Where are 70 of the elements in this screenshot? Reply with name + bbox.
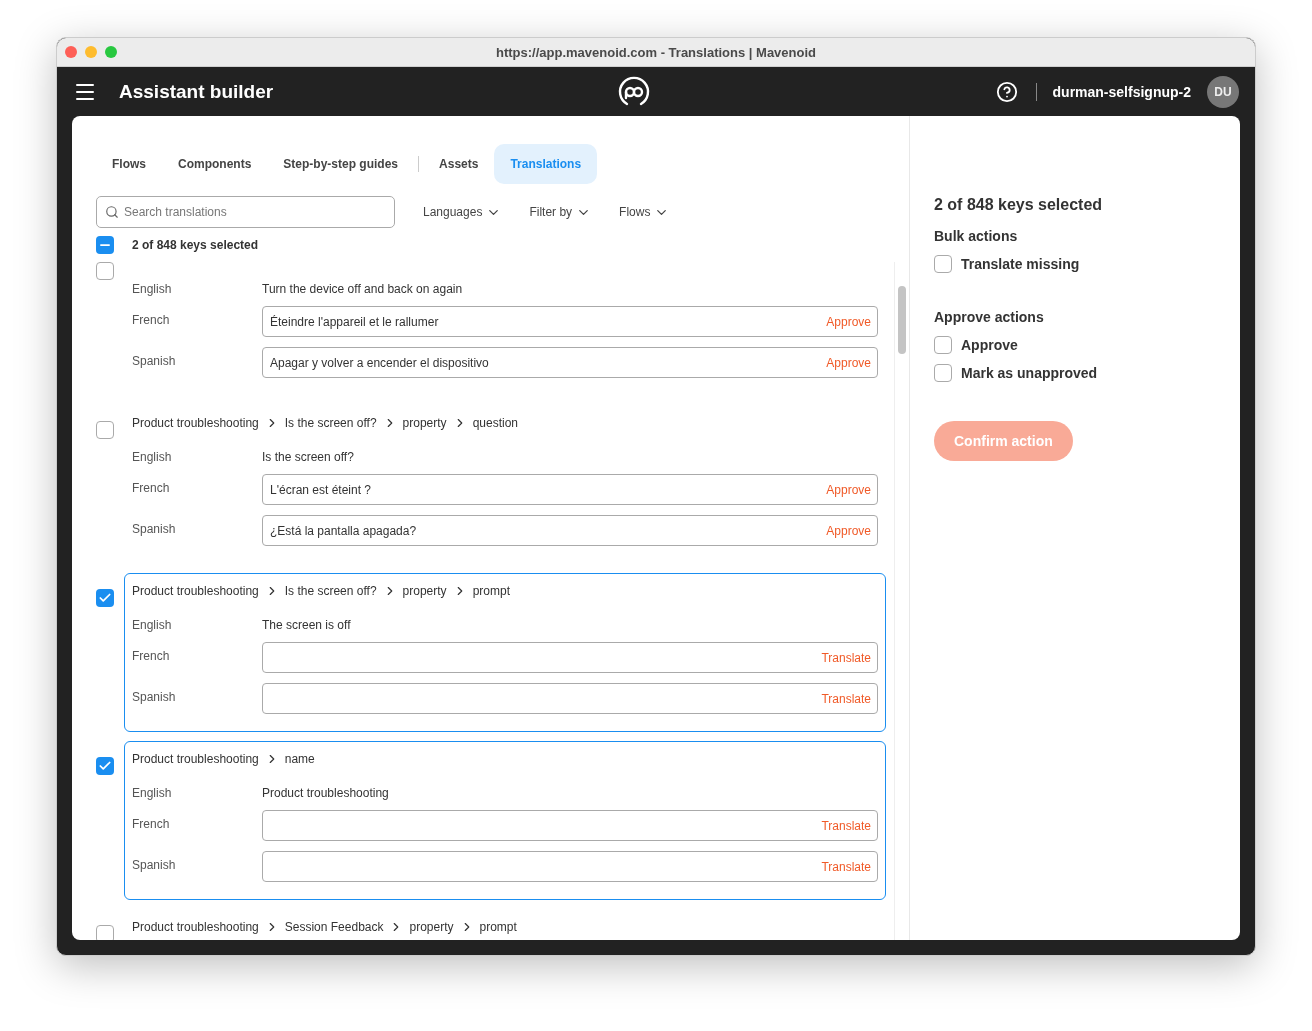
- translation-field[interactable]: [262, 810, 878, 841]
- breadcrumb-item[interactable]: Is the screen off?: [284, 416, 377, 430]
- filter-dropdown[interactable]: Flows: [619, 204, 670, 220]
- window-title: https://app.mavenoid.com - Translations | Mavenoid: [495, 44, 817, 60]
- checkbox[interactable]: [96, 262, 114, 280]
- language-label: French: [132, 648, 171, 663]
- maximize-icon[interactable]: [105, 46, 117, 58]
- breadcrumb-item[interactable]: property: [402, 584, 447, 598]
- source-text: Turn the device off and back on again: [262, 282, 463, 296]
- language-label: Spanish: [132, 353, 177, 368]
- translation-field[interactable]: [262, 851, 878, 882]
- translation-field[interactable]: [262, 683, 878, 714]
- language-label: English: [132, 618, 173, 632]
- language-label: English: [132, 786, 173, 800]
- source-text: Product troubleshooting: [262, 786, 389, 800]
- tab[interactable]: Components: [162, 144, 268, 184]
- user-avatar[interactable]: DU: [1207, 75, 1239, 108]
- language-label: English: [132, 282, 173, 296]
- source-text: The screen is off: [262, 618, 351, 632]
- option-label: Approve: [961, 337, 1018, 353]
- checkbox[interactable]: [96, 236, 114, 254]
- source-text: Is the screen off?: [262, 450, 354, 464]
- breadcrumb-item[interactable]: property: [409, 920, 454, 934]
- translation-field[interactable]: [262, 642, 878, 673]
- language-label: French: [132, 480, 171, 495]
- section-title: Approve actions: [934, 309, 1045, 325]
- section-title: Bulk actions: [934, 228, 1019, 244]
- checkbox[interactable]: [96, 925, 114, 940]
- breadcrumb-item[interactable]: Is the screen off?: [284, 584, 377, 598]
- app-title: Assistant builder: [119, 80, 274, 103]
- search-icon: [105, 205, 119, 219]
- check-icon: [98, 759, 112, 773]
- user-name[interactable]: durman-selfsignup-2: [1052, 83, 1191, 100]
- breadcrumb-item[interactable]: name: [284, 752, 315, 766]
- scrollbar[interactable]: [894, 262, 909, 940]
- breadcrumb-item[interactable]: Session Feedback: [284, 920, 384, 934]
- help-icon[interactable]: [995, 80, 1018, 103]
- filter-dropdown[interactable]: Filter by: [529, 204, 592, 220]
- selection-count: 2 of 848 keys selected: [132, 238, 259, 252]
- filter-dropdown[interactable]: Languages: [423, 204, 502, 220]
- search-field[interactable]: Search translations: [96, 196, 395, 228]
- checkbox[interactable]: [96, 421, 114, 439]
- panel-heading: 2 of 848 keys selected: [934, 196, 1104, 214]
- language-label: Spanish: [132, 689, 177, 704]
- breadcrumb-item[interactable]: Product troubleshooting: [132, 416, 259, 430]
- check-icon: [98, 591, 112, 605]
- breadcrumb-item[interactable]: Product troubleshooting: [132, 584, 259, 598]
- checkbox[interactable]: [96, 757, 114, 775]
- breadcrumb-item[interactable]: question: [472, 416, 518, 430]
- close-icon[interactable]: [65, 46, 77, 58]
- language-label: French: [132, 816, 171, 831]
- checkbox[interactable]: [934, 364, 952, 382]
- language-label: French: [132, 312, 171, 327]
- breadcrumb-item[interactable]: Product troubleshooting: [132, 752, 259, 766]
- option-label: Mark as unapproved: [961, 365, 1098, 381]
- checkbox[interactable]: [934, 255, 952, 273]
- checkbox[interactable]: [96, 589, 114, 607]
- tab[interactable]: Step-by-step guides: [267, 144, 415, 184]
- checkbox[interactable]: [934, 336, 952, 354]
- tab[interactable]: Flows: [96, 144, 162, 184]
- breadcrumb-item[interactable]: prompt: [479, 920, 517, 934]
- language-label: English: [132, 450, 173, 464]
- breadcrumb-item[interactable]: Product troubleshooting: [132, 920, 259, 934]
- breadcrumb-item[interactable]: property: [402, 416, 447, 430]
- language-label: Spanish: [132, 521, 177, 536]
- tab[interactable]: Assets: [423, 144, 495, 184]
- minimize-icon[interactable]: [85, 46, 97, 58]
- breadcrumb-item[interactable]: prompt: [472, 584, 510, 598]
- option-label: Translate missing: [961, 256, 1080, 272]
- language-label: Spanish: [132, 857, 177, 872]
